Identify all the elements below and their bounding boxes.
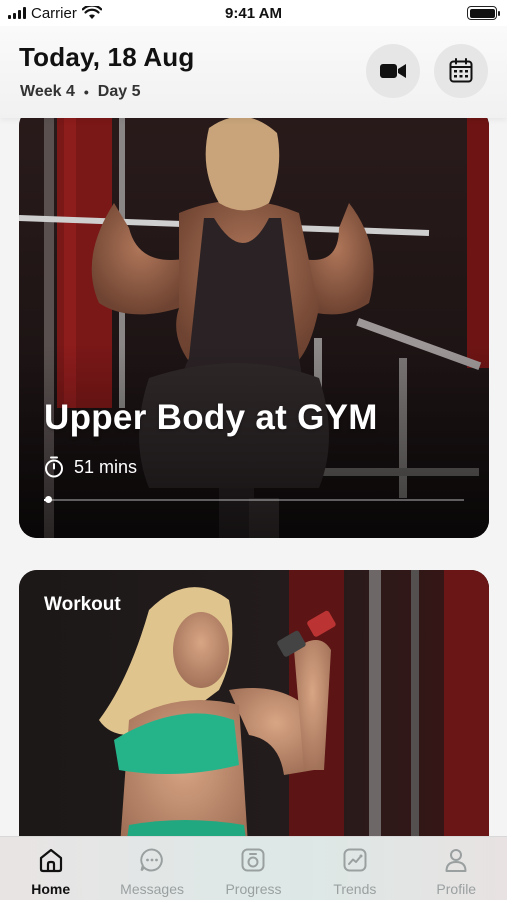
- workout-card-workout[interactable]: Workout: [19, 570, 489, 836]
- card-category-label: Workout: [44, 594, 121, 615]
- tab-home[interactable]: Home: [0, 845, 101, 897]
- calendar-button[interactable]: [434, 44, 488, 98]
- status-time: 9:41 AM: [225, 4, 282, 22]
- workout-progress-bar[interactable]: [44, 496, 464, 503]
- separator-dot: •: [83, 84, 89, 100]
- tab-progress-label: Progress: [225, 881, 282, 897]
- day-label: Day 5: [97, 83, 141, 100]
- messages-icon: [137, 845, 167, 875]
- battery-icon: [467, 6, 500, 20]
- workout-duration: 51 mins: [44, 456, 137, 478]
- week-label: Week 4: [20, 83, 75, 100]
- workout-title: Upper Body at GYM: [44, 398, 378, 437]
- page-title: Today, 18 Aug: [19, 42, 195, 72]
- trends-icon: [340, 845, 370, 875]
- progress-knob[interactable]: [44, 496, 52, 503]
- tab-trends[interactable]: Trends: [304, 845, 405, 897]
- duration-label: 51 mins: [74, 456, 138, 477]
- tab-messages-label: Messages: [120, 881, 184, 897]
- tab-trends-label: Trends: [333, 881, 377, 897]
- tab-home-label: Home: [31, 881, 71, 897]
- bottom-tab-bar: Home Messages Progress Trends Profile: [0, 836, 507, 900]
- status-bar: Carrier 9:41 AM: [0, 0, 507, 26]
- workout-feed[interactable]: Upper Body at GYM 51 mins Workout: [0, 118, 507, 836]
- profile-icon: [441, 845, 471, 875]
- workout-card-upper-body[interactable]: Upper Body at GYM 51 mins: [19, 118, 489, 538]
- week-day-line: Week 4 • Day 5: [20, 83, 140, 101]
- tab-profile[interactable]: Profile: [406, 845, 507, 897]
- timer-icon: [45, 456, 63, 478]
- tab-progress[interactable]: Progress: [203, 845, 304, 897]
- home-icon: [36, 845, 66, 875]
- progress-icon: [238, 845, 268, 875]
- tab-messages[interactable]: Messages: [102, 845, 203, 897]
- tab-profile-label: Profile: [436, 881, 477, 897]
- header: Today, 18 Aug Week 4 • Day 5: [0, 26, 507, 118]
- video-button[interactable]: [366, 44, 420, 98]
- calendar-icon: [449, 58, 473, 83]
- video-camera-icon: [380, 64, 406, 78]
